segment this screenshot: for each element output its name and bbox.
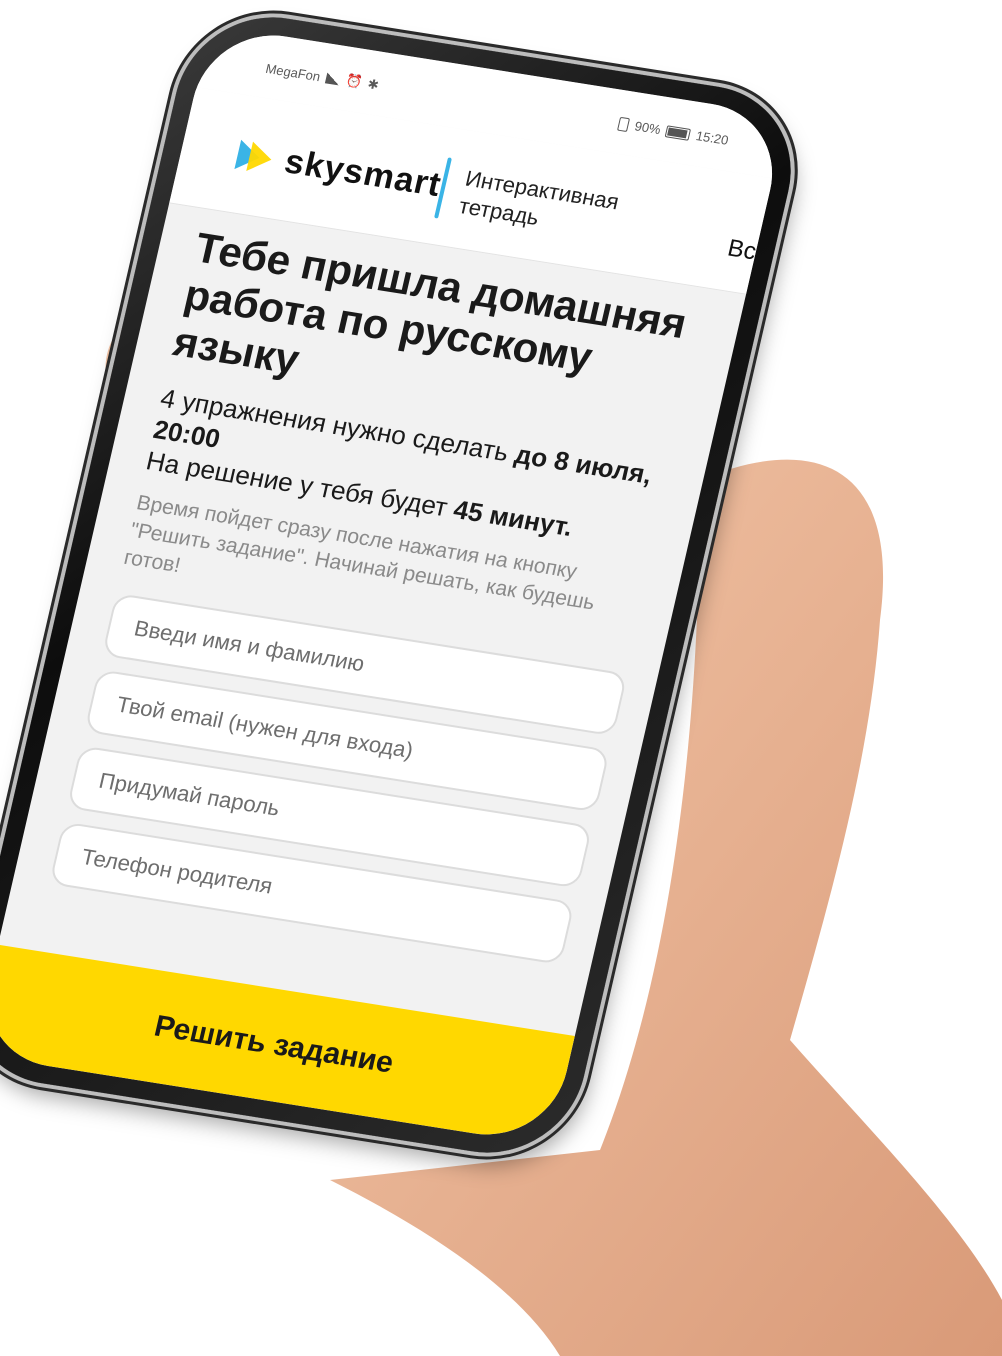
skysmart-logo-icon [234, 137, 277, 176]
status-bar-left: MegaFon ⏰ ✱ [264, 60, 380, 93]
clock: 15:20 [694, 128, 731, 148]
brand-logo[interactable]: skysmart [233, 135, 445, 205]
battery-icon [665, 124, 692, 141]
signal-icon [324, 71, 342, 85]
bluetooth-icon: ✱ [366, 76, 381, 93]
vibrate-icon [617, 116, 631, 132]
alarm-icon: ⏰ [344, 72, 364, 90]
header-subtitle: Интерактивная тетрадь [456, 165, 622, 231]
phone-screen: MegaFon ⏰ ✱ 90% 15:20 skysmart Интеракти… [0, 24, 788, 1146]
phone: MegaFon ⏰ ✱ 90% 15:20 skysmart Интеракти… [0, 4, 810, 1166]
deadline-prefix: до [512, 438, 551, 474]
status-bar-right: 90% 15:20 [617, 116, 730, 148]
battery-percent: 90% [633, 118, 663, 138]
main-content: Тебе пришла домашняя работа по русскому … [46, 224, 713, 979]
carrier-label: MegaFon [264, 60, 322, 84]
brand-name: skysmart [281, 142, 446, 205]
